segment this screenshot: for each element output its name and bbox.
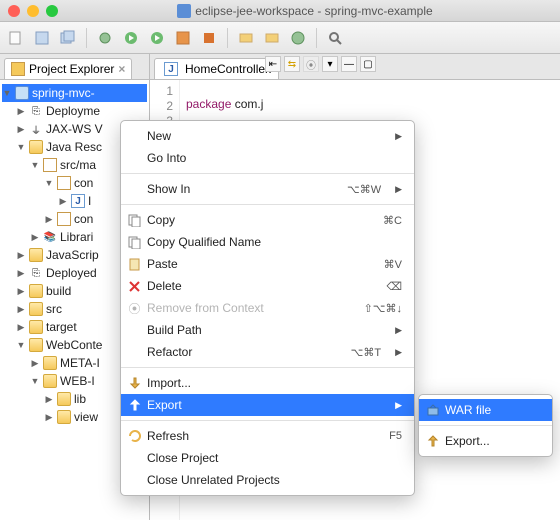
deployed-icon: ⎘	[29, 266, 43, 280]
folder-icon	[57, 392, 71, 406]
src-folder-icon	[43, 158, 57, 172]
zoom-window-button[interactable]	[46, 5, 58, 17]
folder-icon	[57, 410, 71, 424]
package-icon	[57, 176, 71, 190]
deploy-icon: ⎘	[29, 104, 43, 118]
link-editor-button[interactable]: ⇆	[284, 56, 300, 72]
new-server-toolbar-button[interactable]	[236, 28, 256, 48]
folder-icon	[11, 62, 25, 76]
paste-icon	[127, 257, 142, 272]
folder-icon	[29, 320, 43, 334]
main-toolbar	[0, 22, 560, 54]
editor-tab[interactable]: J HomeController.	[154, 58, 279, 79]
folder-icon	[43, 374, 57, 388]
menu-import[interactable]: Import...	[121, 372, 414, 394]
focus-task-button[interactable]: ⦿	[303, 56, 319, 72]
menu-copy[interactable]: Copy⌘C	[121, 209, 414, 231]
menu-refresh[interactable]: RefreshF5	[121, 425, 414, 447]
folder-icon	[29, 248, 43, 262]
project-icon	[15, 86, 29, 100]
run-last-toolbar-button[interactable]	[147, 28, 167, 48]
remove-context-icon: ⦿	[127, 301, 142, 316]
project-explorer-tab-label: Project Explorer	[29, 62, 114, 76]
maximize-view-button[interactable]: ▢	[360, 56, 376, 72]
minimize-view-button[interactable]: —	[341, 56, 357, 72]
menu-go-into[interactable]: Go Into	[121, 147, 414, 169]
export-icon	[425, 434, 440, 449]
menu-build-path[interactable]: Build Path▶	[121, 319, 414, 341]
menu-delete[interactable]: Delete⌫	[121, 275, 414, 297]
collapse-all-button[interactable]: ⇤	[265, 56, 281, 72]
copy-icon	[127, 235, 142, 250]
editor-tab-label: HomeController.	[185, 62, 272, 76]
tree-project-root[interactable]: spring-mvc-	[2, 84, 147, 102]
submenu-export[interactable]: Export...	[419, 430, 552, 452]
jaxws-icon: ⏚	[29, 122, 43, 136]
menu-new[interactable]: New▶	[121, 125, 414, 147]
eclipse-icon	[177, 4, 191, 18]
project-explorer-tab[interactable]: Project Explorer ×	[4, 58, 132, 79]
close-window-button[interactable]	[8, 5, 20, 17]
submenu-arrow-icon: ▶	[395, 184, 402, 195]
search-toolbar-button[interactable]	[325, 28, 345, 48]
copy-icon	[127, 213, 142, 228]
minimize-window-button[interactable]	[27, 5, 39, 17]
menu-copy-qualified-name[interactable]: Copy Qualified Name	[121, 231, 414, 253]
menu-show-in[interactable]: Show In⌥⌘W▶	[121, 178, 414, 200]
save-all-toolbar-button[interactable]	[58, 28, 78, 48]
debug-toolbar-button[interactable]	[95, 28, 115, 48]
new-toolbar-button[interactable]	[6, 28, 26, 48]
run-toolbar-button[interactable]	[121, 28, 141, 48]
java-file-icon: J	[71, 194, 85, 208]
menu-paste[interactable]: Paste⌘V	[121, 253, 414, 275]
submenu-arrow-icon: ▶	[395, 347, 402, 358]
submenu-arrow-icon: ▶	[395, 400, 402, 411]
window-titlebar: eclipse-jee-workspace - spring-mvc-examp…	[0, 0, 560, 22]
submenu-arrow-icon: ▶	[395, 325, 402, 336]
window-title: eclipse-jee-workspace - spring-mvc-examp…	[195, 4, 432, 18]
close-tab-icon[interactable]: ×	[118, 62, 125, 76]
coverage-toolbar-button[interactable]	[173, 28, 193, 48]
library-icon: 📚	[43, 230, 57, 244]
import-icon	[127, 376, 142, 391]
folder-icon	[29, 140, 43, 154]
package-icon	[57, 212, 71, 226]
ext-tools-toolbar-button[interactable]	[199, 28, 219, 48]
submenu-arrow-icon: ▶	[395, 131, 402, 142]
traffic-lights	[8, 5, 58, 17]
war-file-icon	[425, 403, 440, 418]
java-file-icon: J	[164, 62, 178, 76]
menu-refactor[interactable]: Refactor⌥⌘T▶	[121, 341, 414, 363]
delete-icon	[127, 279, 142, 294]
menu-remove-context: ⦿Remove from Context⇧⌥⌘↓	[121, 297, 414, 319]
refresh-icon	[127, 429, 142, 444]
tree-node[interactable]: ⎘Deployme	[2, 102, 147, 120]
export-submenu: WAR file Export...	[418, 394, 553, 457]
folder-icon	[43, 356, 57, 370]
save-toolbar-button[interactable]	[32, 28, 52, 48]
new-class-toolbar-button[interactable]	[288, 28, 308, 48]
export-icon	[127, 398, 142, 413]
view-menu-button[interactable]: ▾	[322, 56, 338, 72]
new-package-toolbar-button[interactable]	[262, 28, 282, 48]
menu-export[interactable]: Export▶	[121, 394, 414, 416]
folder-icon	[29, 338, 43, 352]
folder-icon	[29, 302, 43, 316]
context-menu: New▶ Go Into Show In⌥⌘W▶ Copy⌘C Copy Qua…	[120, 120, 415, 496]
menu-close-project[interactable]: Close Project	[121, 447, 414, 469]
menu-close-unrelated[interactable]: Close Unrelated Projects	[121, 469, 414, 491]
submenu-war-file[interactable]: WAR file	[419, 399, 552, 421]
folder-icon	[29, 284, 43, 298]
